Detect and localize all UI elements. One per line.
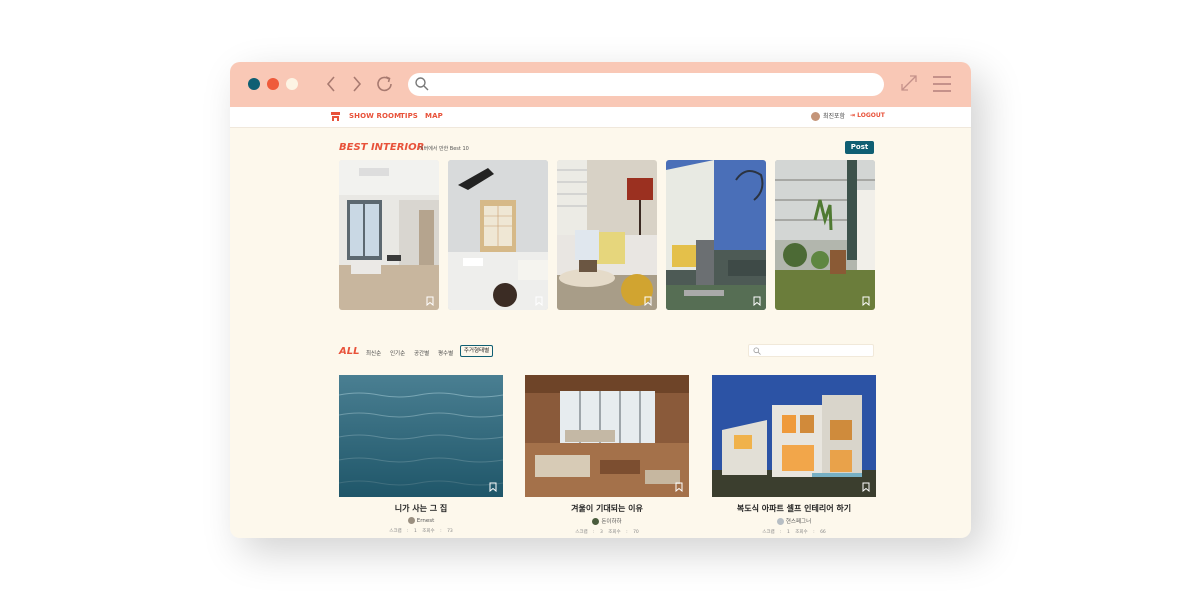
best-card[interactable]: [775, 160, 875, 310]
user-name: 최진포함: [823, 113, 846, 120]
post-photo: [712, 375, 876, 497]
interior-photo: [666, 160, 766, 310]
bookmark-icon[interactable]: [753, 296, 761, 306]
post-photo: [525, 375, 689, 497]
avatar: [776, 518, 784, 525]
best-interior-carousel: [339, 160, 875, 310]
best-card[interactable]: [557, 160, 657, 310]
author-name: 돈이하하: [601, 519, 622, 525]
post-card[interactable]: 니가 사는 그 집 Ernest 스크랩 : 1 조회수 : 73: [339, 375, 503, 534]
best-card[interactable]: [448, 160, 548, 310]
logout-label: LOGOUT: [857, 112, 885, 119]
bookmark-icon[interactable]: [426, 296, 434, 306]
post-meta: 스크랩 : 3 조회수 : 70: [575, 530, 639, 535]
post-title[interactable]: 복도식 아파트 셀프 인테리어 하기: [712, 503, 876, 514]
post-author: 현스페그너: [712, 517, 876, 525]
filter-size[interactable]: 평수별: [438, 349, 453, 357]
bookmark-icon[interactable]: [644, 296, 652, 306]
post-card[interactable]: 겨울이 기대되는 이유 돈이하하 스크랩 : 3 조회수 : 70: [525, 375, 689, 535]
post-meta: 스크랩 : 1 조회수 : 66: [762, 530, 826, 535]
post-thumbnail[interactable]: [339, 375, 503, 497]
nav-map[interactable]: MAP: [425, 112, 443, 120]
post-title[interactable]: 니가 사는 그 집: [339, 503, 503, 514]
avatar: [592, 518, 600, 525]
bookmark-icon[interactable]: [489, 482, 497, 492]
site-header: SHOW ROOM TIPS MAP 최진포함 ⇥ LOGOUT: [230, 107, 971, 128]
user-profile[interactable]: 최진포함: [811, 111, 845, 121]
interior-photo: [448, 160, 548, 310]
nav-showroom[interactable]: SHOW ROOM: [349, 112, 401, 120]
author-name: 현스페그너: [785, 519, 812, 525]
hamburger-menu-icon[interactable]: [933, 76, 951, 92]
avatar: [407, 517, 415, 524]
back-arrow-icon[interactable]: [326, 76, 336, 92]
bookmark-icon[interactable]: [862, 482, 870, 492]
filter-space[interactable]: 공간별: [414, 349, 429, 357]
author-name: Ernest: [416, 518, 435, 524]
best-interior-title: BEST INTERIOR: [339, 142, 425, 153]
bookmark-icon[interactable]: [862, 296, 870, 306]
nav-tips[interactable]: TIPS: [400, 112, 418, 120]
bookmark-icon[interactable]: [675, 482, 683, 492]
best-card[interactable]: [666, 160, 766, 310]
logout-button[interactable]: ⇥ LOGOUT: [850, 112, 885, 119]
browser-toolbar: [230, 62, 971, 107]
interior-photo: [557, 160, 657, 310]
bookmark-icon[interactable]: [535, 296, 543, 306]
post-search-input[interactable]: [748, 344, 874, 357]
search-icon: [415, 77, 429, 91]
reload-icon[interactable]: [375, 74, 395, 94]
window-minimize-dot[interactable]: [267, 78, 279, 90]
window-close-dot[interactable]: [248, 78, 260, 90]
filter-all[interactable]: ALL: [339, 346, 359, 357]
post-meta: 스크랩 : 1 조회수 : 73: [389, 529, 453, 534]
avatar: [811, 112, 820, 121]
home-logo-icon[interactable]: [330, 111, 341, 122]
url-bar[interactable]: [408, 73, 884, 96]
best-interior-subtitle: 이버에서 만한 Best 10: [419, 146, 469, 152]
post-button[interactable]: Post: [845, 141, 874, 154]
interior-photo: [775, 160, 875, 310]
forward-arrow-icon[interactable]: [352, 76, 362, 92]
search-icon: [753, 347, 761, 355]
post-author: 돈이하하: [525, 517, 689, 525]
post-photo: [339, 375, 503, 497]
expand-icon[interactable]: [900, 74, 918, 92]
post-thumbnail[interactable]: [712, 375, 876, 497]
browser-window: SHOW ROOM TIPS MAP 최진포함 ⇥ LOGOUT BEST IN…: [230, 62, 971, 538]
filter-latest[interactable]: 최신순: [366, 349, 381, 357]
window-maximize-dot[interactable]: [286, 78, 298, 90]
filter-popular[interactable]: 인기순: [390, 349, 405, 357]
post-author: Ernest: [339, 517, 503, 524]
interior-photo: [339, 160, 439, 310]
post-title[interactable]: 겨울이 기대되는 이유: [525, 503, 689, 514]
best-card[interactable]: [339, 160, 439, 310]
post-thumbnail[interactable]: [525, 375, 689, 497]
post-card[interactable]: 복도식 아파트 셀프 인테리어 하기 현스페그너 스크랩 : 1 조회수 : 6…: [712, 375, 876, 535]
filter-housing-type[interactable]: 주거형태별: [460, 345, 493, 357]
